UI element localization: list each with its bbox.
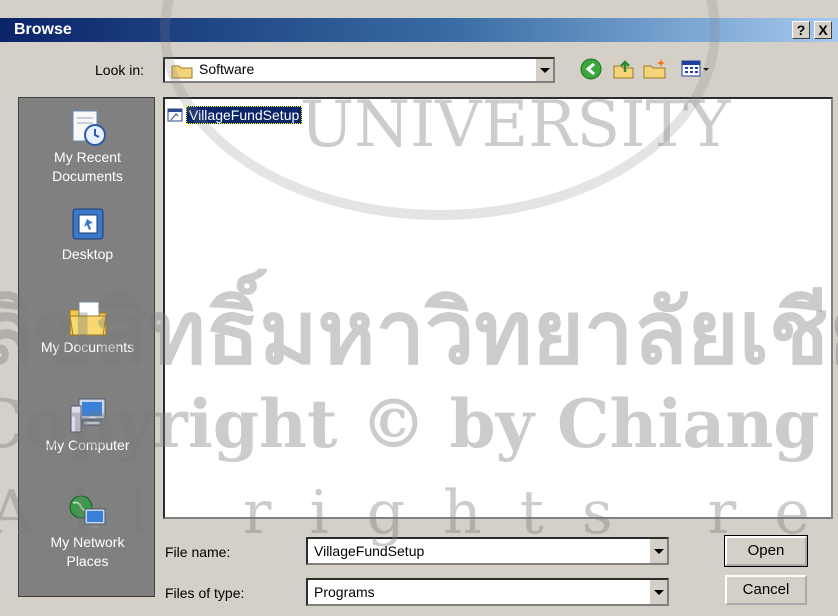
browse-dialog: Browse ? X Look in: Software My Recent D… — [0, 0, 838, 616]
up-folder-icon[interactable] — [611, 58, 635, 80]
desktop-icon — [72, 208, 103, 240]
place-my-computer[interactable]: My Computer — [19, 396, 156, 455]
file-name-field[interactable]: VillageFundSetup — [306, 537, 669, 565]
file-name-label: File name: — [165, 544, 231, 560]
look-in-dropdown[interactable]: Software — [163, 57, 555, 83]
file-type-dropdown-arrow[interactable] — [649, 580, 667, 604]
network-places-icon — [69, 495, 105, 528]
file-name: VillageFundSetup — [186, 106, 303, 124]
my-computer-icon — [70, 398, 105, 433]
place-desktop[interactable]: Desktop — [19, 205, 156, 264]
place-label: Documents — [52, 168, 123, 184]
file-type-select[interactable]: Programs — [306, 578, 669, 606]
folder-icon — [171, 65, 193, 79]
new-folder-icon[interactable] — [642, 58, 668, 80]
look-in-dropdown-arrow[interactable] — [535, 59, 553, 81]
open-button[interactable]: Open — [724, 535, 808, 567]
view-menu-icon[interactable] — [680, 58, 710, 80]
my-documents-icon — [68, 301, 107, 336]
file-type-label: Files of type: — [165, 585, 245, 601]
list-item[interactable]: VillageFundSetup — [167, 105, 303, 125]
file-name-value: VillageFundSetup — [314, 543, 425, 559]
look-in-label: Look in: — [95, 62, 145, 78]
file-list[interactable]: VillageFundSetup — [163, 97, 833, 519]
close-button[interactable]: X — [814, 21, 832, 39]
recent-documents-icon — [72, 110, 106, 146]
place-label: Desktop — [61, 246, 114, 262]
place-my-recent-documents[interactable]: My Recent Documents — [19, 108, 156, 186]
file-name-dropdown-arrow[interactable] — [649, 539, 667, 563]
look-in-value: Software — [199, 61, 255, 77]
file-type-value: Programs — [314, 584, 375, 600]
cancel-button[interactable]: Cancel — [725, 575, 807, 605]
title-bar[interactable]: Browse ? X — [0, 18, 838, 42]
places-bar: My Recent Documents Desktop My Documents — [18, 97, 155, 597]
window-title: Browse — [14, 21, 72, 38]
place-label: My Recent — [54, 149, 121, 165]
place-label: My Network — [50, 534, 125, 550]
back-icon[interactable] — [579, 58, 603, 80]
place-label: My Computer — [45, 437, 130, 453]
place-label: My Documents — [40, 339, 135, 355]
place-my-network-places[interactable]: My Network Places — [19, 493, 156, 571]
help-button[interactable]: ? — [792, 21, 810, 39]
place-my-documents[interactable]: My Documents — [19, 298, 156, 357]
place-label: Places — [66, 553, 109, 569]
application-icon — [167, 108, 183, 122]
